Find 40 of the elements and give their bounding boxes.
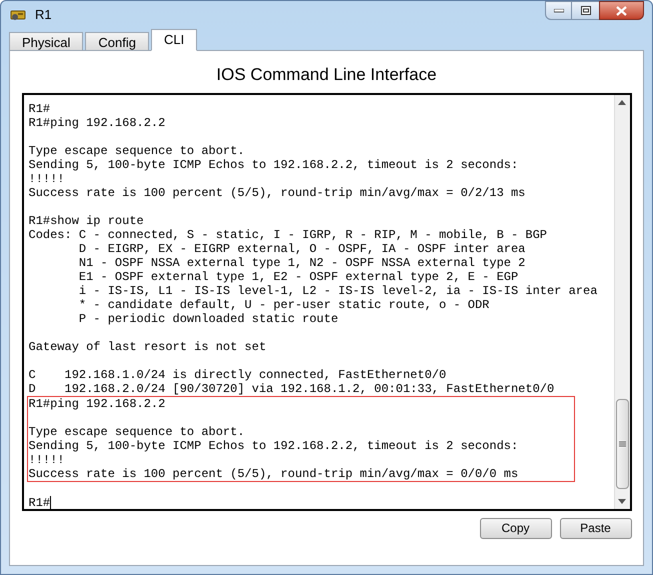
console-line: Codes: C - connected, S - static, I - IGRP, R - RIP, M - mobile, B - BGP xyxy=(28,228,547,242)
minimize-button[interactable] xyxy=(545,1,572,20)
scrollbar-thumb[interactable] xyxy=(616,398,628,488)
console-line: Success rate is 100 percent (5/5), round-trip min/avg/max = 0/0/0 ms xyxy=(28,466,518,480)
tab[interactable]: CLI xyxy=(151,29,198,51)
console-line: C 192.168.1.0/24 is directly connected, FastEthernet0/0 xyxy=(28,368,446,382)
console-line: D 192.168.2.0/24 [90/30720] via 192.168.1.2, 00:01:33, FastEthernet0/0 xyxy=(28,382,554,396)
console-line: Sending 5, 100-byte ICMP Echos to 192.168.2.2, timeout is 2 seconds: xyxy=(28,438,518,452)
tab[interactable]: Config xyxy=(85,32,149,51)
console-line: E1 - OSPF external type 1, E2 - OSPF external type 2, E - EGP xyxy=(78,270,518,284)
close-button[interactable] xyxy=(599,1,644,20)
maximize-icon xyxy=(580,6,590,15)
console-line: R1#show ip route xyxy=(28,214,144,228)
tab[interactable]: Physical xyxy=(9,32,84,51)
console-line: P - periodic downloaded static route xyxy=(78,312,338,326)
scroll-down-icon[interactable] xyxy=(618,498,626,504)
console-line: Sending 5, 100-byte ICMP Echos to 192.168.2.2, timeout is 2 seconds: xyxy=(28,158,518,172)
console-line: R1#ping 192.168.2.2 xyxy=(28,116,166,130)
console-line: D - EIGRP, EX - EIGRP external, O - OSPF, IA - OSPF inter area xyxy=(78,242,526,256)
console-line: Success rate is 100 percent (5/5), round-trip min/avg/max = 0/2/13 ms xyxy=(28,186,526,200)
console-line: !!!!! xyxy=(28,452,65,466)
console-line: Type escape sequence to abort. xyxy=(28,424,245,438)
close-icon xyxy=(616,6,627,16)
minimize-icon xyxy=(554,8,564,12)
window-title: R1 xyxy=(35,6,52,24)
panel-title: IOS Command Line Interface xyxy=(216,64,437,86)
action-button[interactable]: Paste xyxy=(560,518,632,538)
console-line: Type escape sequence to abort. xyxy=(28,144,245,158)
scrollbar[interactable] xyxy=(614,94,630,508)
console-line: !!!!! xyxy=(28,172,65,186)
console-line: * - candidate default, U - per-user static route, o - ODR xyxy=(78,298,490,312)
console-line: i - IS-IS, L1 - IS-IS level-1, L2 - IS-IS level-2, ia - IS-IS inter area xyxy=(78,284,598,298)
scroll-up-icon[interactable] xyxy=(618,100,626,104)
console-line: R1# xyxy=(28,496,50,510)
maximize-button[interactable] xyxy=(572,1,599,20)
console-line: R1#ping 192.168.2.2 xyxy=(28,396,166,410)
console-line: Gateway of last resort is not set xyxy=(28,340,266,354)
action-button[interactable]: Copy xyxy=(480,518,552,538)
console-line: R1# xyxy=(28,102,50,116)
console-line: N1 - OSPF NSSA external type 1, N2 - OSPF NSSA external type 2 xyxy=(78,256,526,270)
